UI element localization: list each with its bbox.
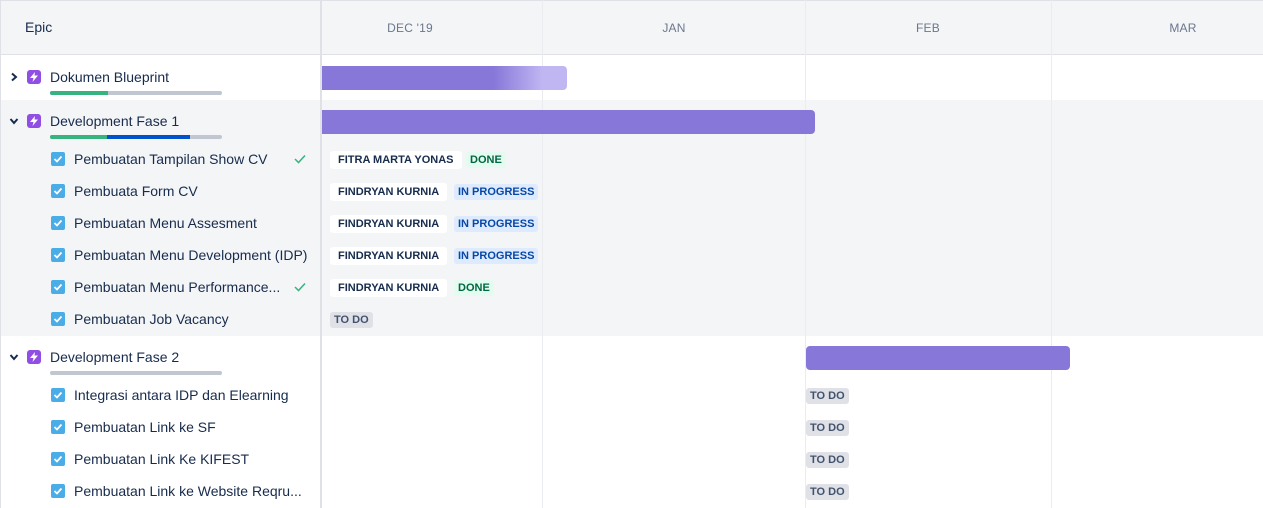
epic-row-development-fase-1[interactable]: Development Fase 1 [1, 105, 321, 139]
progress-in-progress [107, 135, 190, 139]
chevron-down-icon[interactable] [9, 116, 19, 126]
lightning-icon [27, 114, 41, 128]
issue-title[interactable]: Pembuatan Job Vacancy [74, 311, 229, 327]
epic-name[interactable]: Development Fase 1 [50, 113, 179, 129]
checkbox-icon [51, 184, 65, 198]
roadmap-view: Epic DEC '19 JAN FEB MAR Dokumen Bluepri… [0, 0, 1263, 508]
timeline-header: DEC '19 JAN FEB MAR [322, 0, 1263, 55]
checkbox-icon [51, 216, 65, 230]
issue-title[interactable]: Integrasi antara IDP dan Elearning [74, 387, 289, 403]
issue-title[interactable]: Pembuatan Menu Assesment [74, 215, 257, 231]
month-mar: MAR [1169, 21, 1197, 35]
status-lozenge: TO DO [330, 312, 373, 328]
status-lozenge: DONE [454, 280, 494, 296]
status-lozenge: DONE [466, 152, 506, 168]
chevron-right-icon[interactable] [9, 72, 19, 82]
issue-row[interactable]: Pembuatan Link Ke KIFEST [1, 443, 321, 475]
check-icon [294, 282, 306, 292]
issue-row[interactable]: Pembuatan Menu Development (IDP) [1, 239, 321, 271]
status-lozenge: TO DO [806, 484, 849, 500]
epic-timeline-bar[interactable] [322, 66, 567, 90]
chevron-down-icon[interactable] [9, 352, 19, 362]
issue-row[interactable]: Pembuatan Menu Assesment [1, 207, 321, 239]
checkbox-icon [51, 420, 65, 434]
checkbox-icon [51, 388, 65, 402]
month-dec: DEC '19 [387, 21, 433, 35]
status-lozenge: IN PROGRESS [454, 216, 539, 232]
status-lozenge: TO DO [806, 388, 849, 404]
epic-column-title: Epic [25, 19, 53, 35]
checkbox-icon [51, 152, 65, 166]
month-jan: JAN [662, 21, 686, 35]
issue-row[interactable]: Pembuatan Link ke Website Reqru... [1, 475, 321, 507]
issue-title[interactable]: Pembuatan Link Ke KIFEST [74, 451, 249, 467]
status-lozenge: IN PROGRESS [454, 248, 539, 264]
epic-name[interactable]: Development Fase 2 [50, 349, 179, 365]
issue-title[interactable]: Pembuatan Link ke SF [74, 419, 216, 435]
checkbox-icon [51, 484, 65, 498]
issue-row[interactable]: Pembuatan Job Vacancy [1, 303, 321, 335]
assignee-label: FITRA MARTA YONAS [330, 151, 462, 169]
checkbox-icon [51, 452, 65, 466]
epic-row-development-fase-2[interactable]: Development Fase 2 [1, 341, 321, 375]
checkbox-icon [51, 248, 65, 262]
issue-title[interactable]: Pembuatan Link ke Website Reqru... [74, 483, 302, 499]
issue-title[interactable]: Pembuatan Tampilan Show CV [74, 151, 268, 167]
issue-row[interactable]: Pembuatan Link ke SF [1, 411, 321, 443]
epic-progress-bar [50, 371, 222, 375]
assignee-label: FINDRYAN KURNIA [330, 247, 448, 265]
lightning-icon [27, 350, 41, 364]
progress-done [50, 135, 107, 139]
epic-column-header: Epic [1, 0, 321, 55]
month-divider [1051, 0, 1052, 508]
assignee-label: FINDRYAN KURNIA [330, 215, 448, 233]
status-lozenge: IN PROGRESS [454, 184, 539, 200]
status-lozenge: TO DO [806, 452, 849, 468]
checkbox-icon [51, 280, 65, 294]
epic-row-dokumen-blueprint[interactable]: Dokumen Blueprint [1, 61, 321, 95]
epic-timeline-bar[interactable] [322, 110, 815, 134]
epic-progress-bar [50, 135, 222, 139]
issue-title[interactable]: Pembuatan Menu Performance... [74, 279, 280, 295]
checkbox-icon [51, 312, 65, 326]
issue-row[interactable]: Pembuata Form CV [1, 175, 321, 207]
assignee-label: FINDRYAN KURNIA [330, 279, 448, 297]
issue-row[interactable]: Pembuatan Menu Performance... [1, 271, 321, 303]
assignee-label: FINDRYAN KURNIA [330, 183, 448, 201]
issue-title[interactable]: Pembuatan Menu Development (IDP) [74, 247, 307, 263]
epic-progress-bar [50, 91, 222, 95]
month-feb: FEB [916, 21, 940, 35]
check-icon [294, 154, 306, 164]
issue-row[interactable]: Integrasi antara IDP dan Elearning [1, 379, 321, 411]
status-lozenge: TO DO [806, 420, 849, 436]
lightning-icon [27, 70, 41, 84]
epic-timeline-bar[interactable] [806, 346, 1070, 370]
issue-title[interactable]: Pembuata Form CV [74, 183, 198, 199]
issue-row[interactable]: Pembuatan Tampilan Show CV [1, 143, 321, 175]
progress-done [50, 91, 108, 95]
epic-name[interactable]: Dokumen Blueprint [50, 69, 169, 85]
